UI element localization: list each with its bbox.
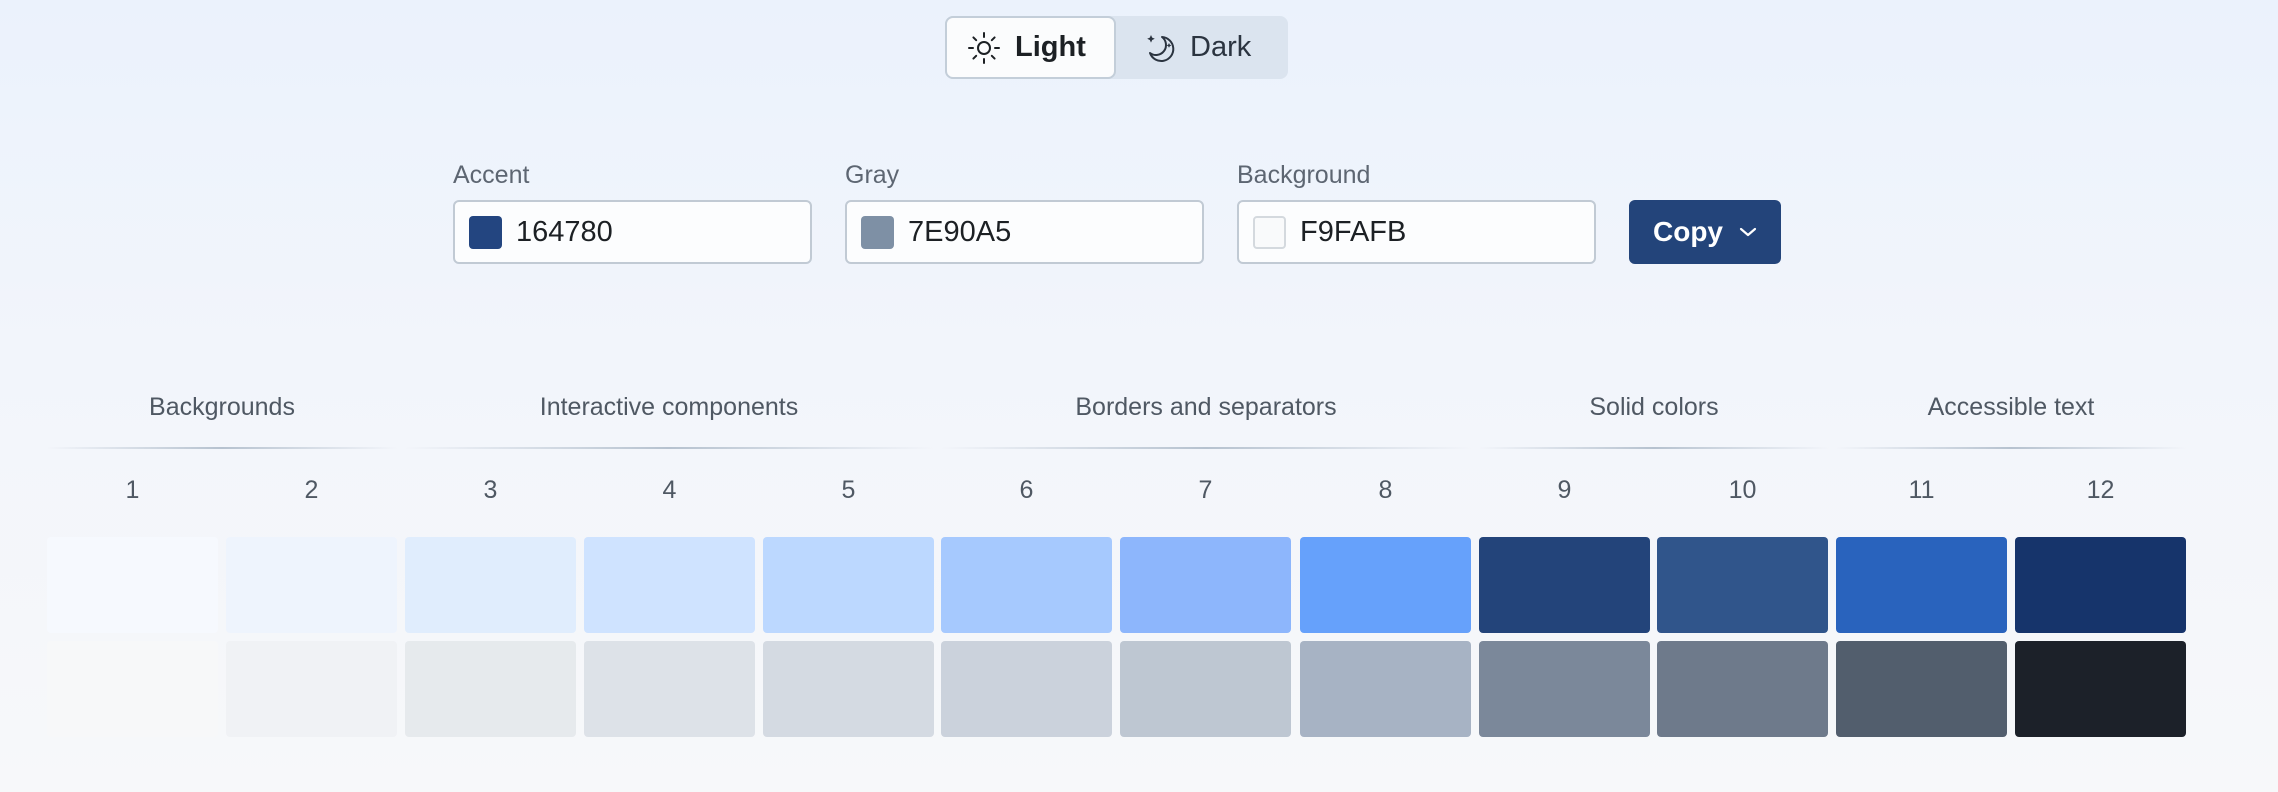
gray-swatch-4[interactable]	[584, 641, 755, 737]
accent-swatch-3[interactable]	[405, 537, 576, 633]
background-input[interactable]	[1300, 215, 1570, 249]
moon-stars-icon	[1142, 31, 1176, 65]
accent-color-swatch[interactable]	[469, 215, 502, 249]
step-number: 6	[1019, 476, 1034, 504]
gray-swatch-5[interactable]	[763, 641, 934, 737]
copy-button[interactable]: Copy	[1629, 200, 1781, 264]
accent-swatch-8[interactable]	[1300, 537, 1471, 633]
dark-theme-label: Dark	[1190, 31, 1252, 63]
dark-theme-button[interactable]: Dark	[1116, 16, 1288, 79]
sun-icon	[967, 31, 1001, 65]
accent-swatch-4[interactable]	[584, 537, 755, 633]
step-number: 3	[483, 476, 498, 504]
accent-swatch-1[interactable]	[47, 537, 218, 633]
accent-swatch-6[interactable]	[941, 537, 1112, 633]
step-number: 7	[1198, 476, 1213, 504]
step-number: 10	[1728, 476, 1757, 504]
step-number: 1	[125, 476, 140, 504]
theme-toggle: Light Dark	[945, 16, 1288, 79]
group-divider	[405, 447, 933, 449]
accent-swatch-9[interactable]	[1479, 537, 1650, 633]
gray-swatch-11[interactable]	[1836, 641, 2007, 737]
gray-swatch-7[interactable]	[1120, 641, 1291, 737]
group-divider	[47, 447, 397, 449]
accent-swatch-7[interactable]	[1120, 537, 1291, 633]
step-number: 4	[662, 476, 677, 504]
accent-swatch-2[interactable]	[226, 537, 397, 633]
background-color-swatch[interactable]	[1253, 215, 1286, 249]
step-number: 12	[2086, 476, 2115, 504]
step-number: 2	[304, 476, 319, 504]
background-label: Background	[1237, 161, 1371, 189]
group-label-accessible-text: Accessible text	[1927, 393, 2095, 421]
accent-input[interactable]	[516, 215, 786, 249]
step-number: 11	[1908, 476, 1935, 504]
gray-swatch-1[interactable]	[47, 641, 218, 737]
gray-swatch-10[interactable]	[1657, 641, 1828, 737]
group-divider	[1479, 447, 1829, 449]
accent-swatch-10[interactable]	[1657, 537, 1828, 633]
group-label-borders-and-separators: Borders and separators	[1075, 393, 1337, 421]
copy-button-label: Copy	[1653, 216, 1723, 247]
gray-field	[845, 200, 1204, 264]
gray-color-swatch[interactable]	[861, 215, 894, 249]
gray-swatch-9[interactable]	[1479, 641, 1650, 737]
chevron-down-icon	[1739, 226, 1757, 238]
gray-label: Gray	[845, 161, 900, 189]
group-label-backgrounds: Backgrounds	[149, 393, 295, 421]
group-divider	[941, 447, 1471, 449]
accent-field	[453, 200, 812, 264]
accent-swatch-5[interactable]	[763, 537, 934, 633]
step-number: 8	[1378, 476, 1393, 504]
group-divider	[1836, 447, 2186, 449]
accent-swatch-12[interactable]	[2015, 537, 2186, 633]
gray-swatch-8[interactable]	[1300, 641, 1471, 737]
step-number: 5	[841, 476, 856, 504]
gray-swatch-3[interactable]	[405, 641, 576, 737]
gray-swatch-6[interactable]	[941, 641, 1112, 737]
group-label-interactive-components: Interactive components	[539, 393, 799, 421]
step-number: 9	[1557, 476, 1572, 504]
gray-swatch-2[interactable]	[226, 641, 397, 737]
light-theme-button[interactable]: Light	[945, 16, 1116, 79]
background-field	[1237, 200, 1596, 264]
group-label-solid-colors: Solid colors	[1589, 393, 1719, 421]
gray-swatch-12[interactable]	[2015, 641, 2186, 737]
light-theme-label: Light	[1015, 31, 1086, 63]
gray-input[interactable]	[908, 215, 1178, 249]
accent-swatch-11[interactable]	[1836, 537, 2007, 633]
accent-label: Accent	[453, 161, 530, 189]
